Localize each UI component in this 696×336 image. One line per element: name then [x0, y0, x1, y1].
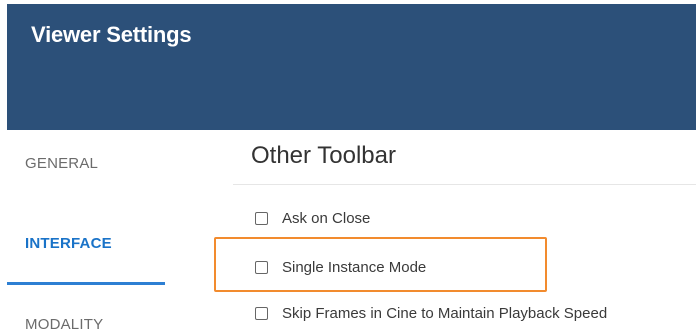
page-title: Viewer Settings [31, 22, 192, 47]
skip-frames-label: Skip Frames in Cine to Maintain Playback… [282, 304, 608, 322]
settings-content: Other Toolbar Ask on Close Single Instan… [233, 130, 696, 336]
sidebar-item-general[interactable]: GENERAL [25, 155, 98, 172]
sidebar-item-interface[interactable]: INTERFACE [25, 235, 112, 252]
settings-sidebar: GENERAL INTERFACE MODALITY [7, 130, 167, 336]
sidebar-item-modality[interactable]: MODALITY [25, 316, 103, 333]
section-divider [233, 184, 696, 185]
header-bar: Viewer Settings [7, 4, 696, 130]
ask-on-close-label: Ask on Close [282, 209, 371, 227]
active-tab-indicator [7, 282, 165, 285]
ask-on-close-checkbox[interactable] [255, 211, 268, 225]
section-title: Other Toolbar [251, 142, 396, 169]
skip-frames-checkbox[interactable] [255, 306, 268, 320]
highlight-annotation-box [214, 237, 547, 292]
option-skip-frames-in-cine[interactable]: Skip Frames in Cine to Maintain Playback… [255, 303, 607, 323]
option-ask-on-close[interactable]: Ask on Close [255, 208, 370, 228]
